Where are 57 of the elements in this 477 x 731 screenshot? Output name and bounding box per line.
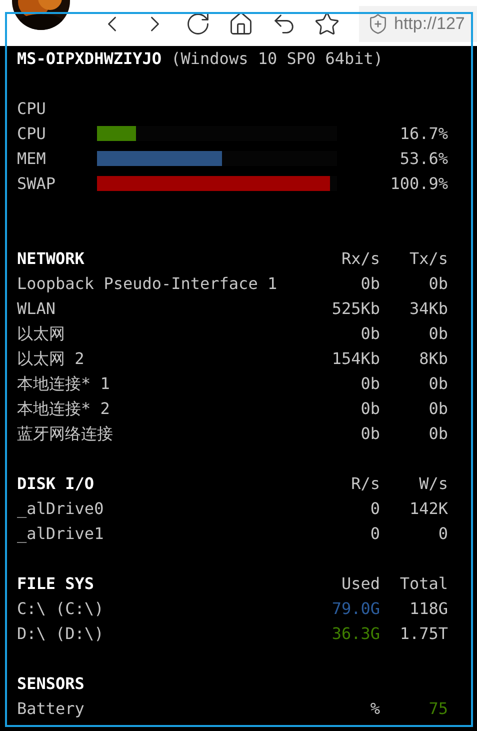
shield-icon <box>367 13 389 35</box>
address-field[interactable]: http://127 <box>359 6 477 42</box>
section-title: CPU <box>17 98 46 120</box>
row-name: 蓝牙网络连接 <box>17 424 113 443</box>
value-cell: 79.0G <box>332 599 380 618</box>
value-cell: 0b <box>360 424 380 443</box>
value-cell: 75 <box>428 699 448 718</box>
meter-reading: 16.7% <box>398 123 448 145</box>
row-name: Loopback Pseudo-Interface 1 <box>17 274 278 293</box>
meter-label: MEM <box>17 148 47 170</box>
meter-reading: 53.6% <box>398 148 448 170</box>
row-name: WLAN <box>17 299 56 318</box>
row-name: _alDrive1 <box>17 524 104 543</box>
value-cell: 0 <box>370 524 380 543</box>
value-cell: 0b <box>428 274 448 293</box>
section-title: DISK I/O <box>17 474 94 493</box>
section-title: NETWORK <box>17 249 84 268</box>
value-cell: % <box>370 699 380 718</box>
row-name: Battery <box>17 699 84 718</box>
value-cell: 0b <box>428 324 448 343</box>
meter-label: SWAP <box>17 173 53 195</box>
value-cell: 154Kb <box>332 349 380 368</box>
column-header: R/s <box>351 474 380 493</box>
value-cell: 8Kb <box>419 349 448 368</box>
column-header: Used <box>341 574 380 593</box>
value-cell: 0b <box>360 274 380 293</box>
column-header: W/s <box>419 474 448 493</box>
value-cell: 142K <box>409 499 448 518</box>
value-cell: 0b <box>360 374 380 393</box>
row-name: 以太网 <box>17 324 65 343</box>
meter-label: CPU <box>17 123 47 145</box>
row-name: 本地连接* 1 <box>17 374 110 393</box>
column-header: Total <box>400 574 448 593</box>
row-name: 本地连接* 2 <box>17 399 110 418</box>
value-cell: 1.75T <box>400 624 448 643</box>
row-name: C:\ (C:\) <box>17 599 104 618</box>
value-cell: 0b <box>360 399 380 418</box>
row-name: 以太网 2 <box>17 349 84 368</box>
section-title: SENSORS <box>17 674 84 693</box>
row-name: _alDrive0 <box>17 499 104 518</box>
meter-reading: 100.9% <box>389 173 448 195</box>
value-cell: 0b <box>360 324 380 343</box>
value-cell: 36.3G <box>332 624 380 643</box>
value-cell: 118G <box>409 599 448 618</box>
value-cell: 525Kb <box>332 299 380 318</box>
value-cell: 0 <box>438 524 448 543</box>
row-name: D:\ (D:\) <box>17 624 104 643</box>
column-header: Rx/s <box>341 249 380 268</box>
column-header: Tx/s <box>409 249 448 268</box>
host-name: MS-OIPXDHWZIYJO <box>17 48 162 70</box>
value-cell: 0b <box>428 399 448 418</box>
value-cell: 0b <box>428 424 448 443</box>
value-cell: 34Kb <box>409 299 448 318</box>
value-cell: 0 <box>370 499 380 518</box>
section-title: FILE SYS <box>17 574 94 593</box>
value-cell: 0b <box>428 374 448 393</box>
os-info: (Windows 10 SP0 64bit) <box>171 48 384 70</box>
